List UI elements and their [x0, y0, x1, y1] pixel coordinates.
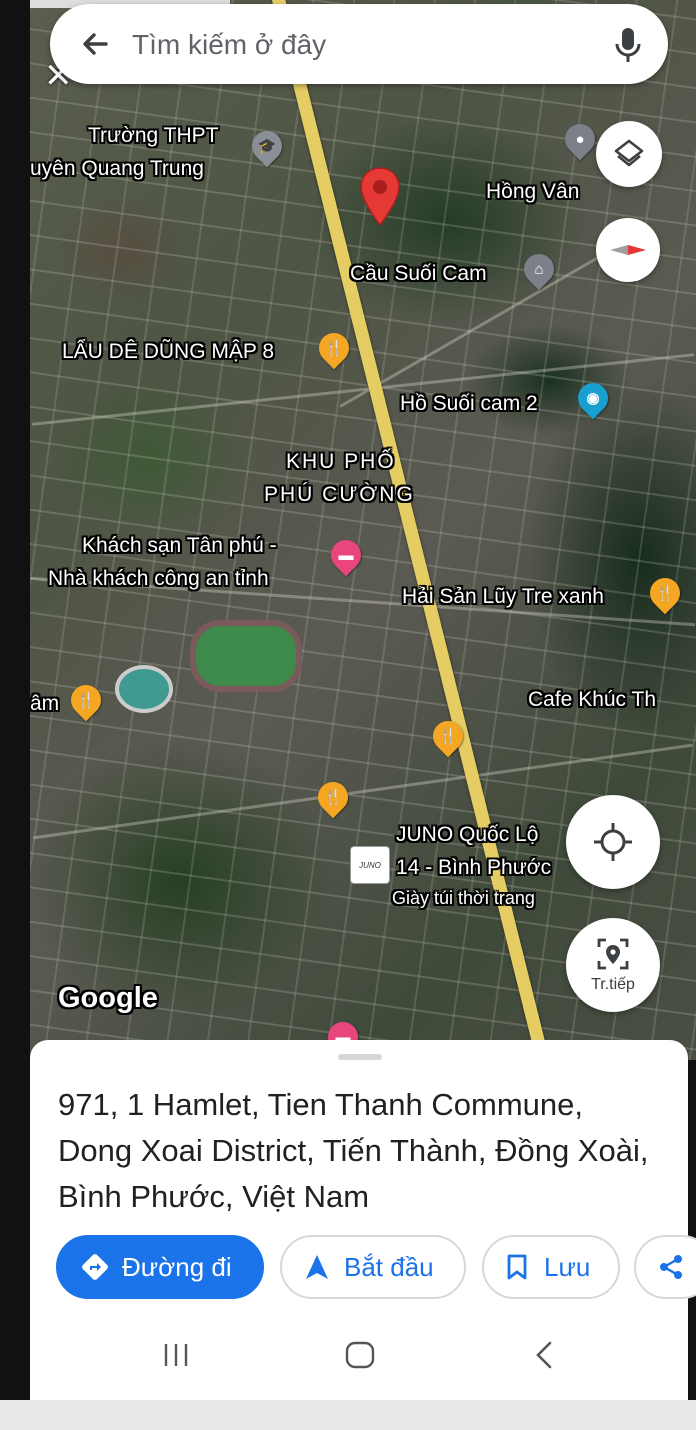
place-label-am[interactable]: âm — [30, 692, 59, 716]
save-label: Lưu — [544, 1251, 591, 1282]
place-label-juno-line2[interactable]: 14 - Bình Phước — [396, 856, 551, 880]
compass-icon — [610, 245, 646, 255]
place-label-seafood[interactable]: Hải Sản Lũy Tre xanh — [402, 585, 604, 609]
recent-apps-icon[interactable] — [162, 1342, 190, 1368]
place-label-juno-sub[interactable]: Giày túi thời trang — [392, 888, 535, 909]
restaurant-pin-icon[interactable]: 🍴 — [312, 326, 356, 370]
bottom-edge — [0, 1400, 696, 1430]
school-pin-icon[interactable]: 🎓 — [245, 124, 289, 168]
navigation-arrow-icon — [306, 1255, 328, 1279]
place-label-juno[interactable]: JUNO Quốc Lộ — [396, 823, 538, 847]
place-label-school-line2[interactable]: uyên Quang Trung — [30, 157, 204, 181]
bookmark-icon — [507, 1254, 527, 1280]
system-navigation-bar — [30, 1310, 688, 1400]
juno-logo[interactable]: JUNO — [350, 846, 390, 884]
district-label-line1: KHU PHỐ — [286, 450, 396, 473]
restaurant-pin-icon[interactable]: 🍴 — [64, 678, 108, 722]
back-nav-icon[interactable] — [534, 1340, 554, 1370]
compass-button[interactable] — [596, 218, 660, 282]
my-location-button[interactable] — [566, 795, 660, 889]
camera-pin-icon[interactable]: ◉ — [571, 376, 615, 420]
microphone-icon[interactable] — [608, 22, 648, 66]
place-label-hotel[interactable]: Khách sạn Tân phú - — [82, 534, 277, 558]
place-label-school[interactable]: Trường THPT — [88, 124, 219, 148]
phone-screen: Trường THPT uyên Quang Trung 🎓 ● Hồng Vâ… — [0, 0, 696, 1430]
google-watermark: Google — [58, 982, 158, 1014]
restaurant-pin-icon[interactable]: 🍴 — [426, 714, 470, 758]
place-label-lau-de[interactable]: LẨU DÊ DŨNG MẬP 8 — [62, 340, 274, 364]
layers-icon — [614, 139, 644, 167]
home-icon[interactable] — [344, 1340, 376, 1370]
start-button[interactable]: Bắt đầu — [280, 1235, 466, 1299]
share-icon — [660, 1255, 682, 1279]
stadium — [190, 620, 302, 692]
place-label-bridge[interactable]: Cầu Suối Cam — [350, 262, 487, 286]
place-label-cafe[interactable]: Cafe Khúc Th — [528, 688, 656, 712]
directions-button[interactable]: Đường đi — [56, 1235, 264, 1299]
place-label-hotel-line2[interactable]: Nhà khách công an tỉnh — [48, 567, 269, 591]
restaurant-pin-icon[interactable]: 🍴 — [311, 775, 355, 819]
bridge-pin-icon[interactable]: ⌂ — [517, 247, 561, 291]
drag-handle[interactable] — [338, 1054, 382, 1060]
live-view-icon — [597, 938, 629, 970]
my-location-icon — [594, 823, 632, 861]
restaurant-pin-icon[interactable]: 🍴 — [643, 571, 687, 615]
share-button[interactable] — [634, 1235, 696, 1299]
layers-button[interactable] — [596, 121, 662, 187]
start-label: Bắt đầu — [344, 1251, 434, 1282]
dropped-pin-icon[interactable] — [358, 166, 402, 230]
stadium-round — [115, 665, 173, 713]
search-input[interactable] — [130, 22, 594, 68]
arrow-left-icon[interactable] — [76, 24, 116, 64]
live-view-label: Tr.tiếp — [591, 976, 635, 993]
live-view-button[interactable]: Tr.tiếp — [566, 918, 660, 1012]
place-address: 971, 1 Hamlet, Tien Thanh Commune, Dong … — [58, 1087, 649, 1214]
directions-label: Đường đi — [122, 1251, 232, 1282]
hotel-pin-icon[interactable]: ▬ — [324, 533, 368, 577]
place-pin-icon[interactable]: ● — [558, 117, 602, 161]
place-label-lake[interactable]: Hồ Suối cam 2 — [400, 392, 538, 416]
place-label-hong-van[interactable]: Hồng Vân — [486, 180, 579, 204]
district-label-line2: PHÚ CƯỜNG — [264, 483, 415, 506]
directions-icon — [82, 1254, 108, 1280]
save-button[interactable]: Lưu — [482, 1235, 620, 1299]
search-bar[interactable] — [50, 4, 668, 84]
